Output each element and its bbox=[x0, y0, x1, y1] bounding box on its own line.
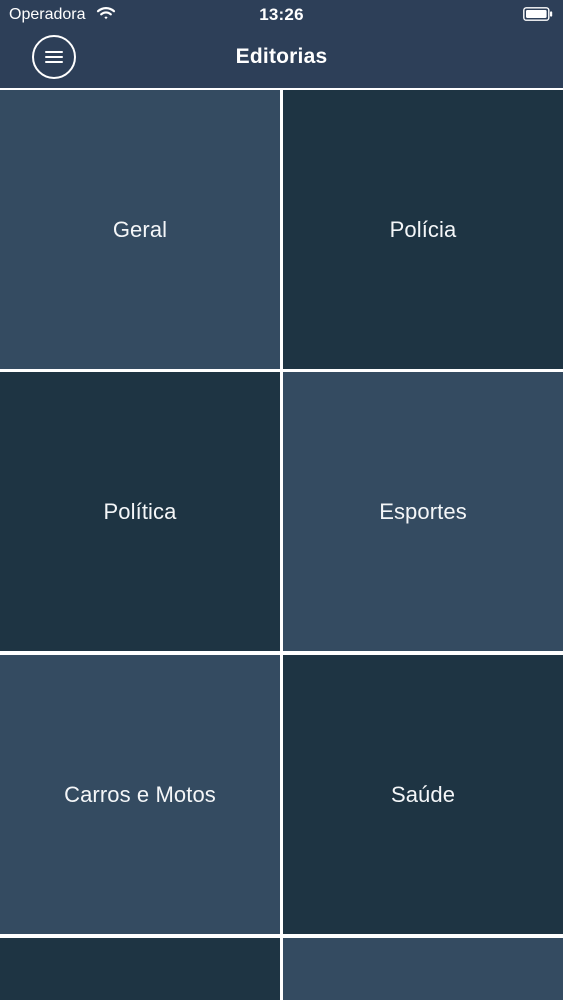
section-label-saude: Saúde bbox=[390, 781, 456, 807]
section-tile-saude[interactable]: Saúde bbox=[283, 655, 563, 934]
section-tile-partial-right[interactable] bbox=[283, 938, 563, 1000]
section-label-politica: Política bbox=[103, 498, 177, 524]
battery-icon bbox=[523, 7, 553, 21]
section-tile-partial-left[interactable] bbox=[0, 938, 280, 1000]
section-label-carros-e-motos: Carros e Motos bbox=[64, 781, 216, 807]
section-label-esportes: Esportes bbox=[379, 498, 467, 524]
status-time: 13:26 bbox=[259, 5, 304, 24]
section-tile-esportes[interactable]: Esportes bbox=[283, 372, 563, 651]
page-title: Editorias bbox=[235, 45, 328, 68]
section-tile-geral[interactable]: Geral bbox=[0, 90, 280, 369]
app-header: Operadora 13:26 Editorias bbox=[0, 0, 563, 88]
section-tile-policia[interactable]: Polícia bbox=[283, 90, 563, 369]
section-label-policia: Polícia bbox=[389, 216, 457, 242]
status-bar: Operadora 13:26 bbox=[0, 0, 563, 28]
app-screen: Operadora 13:26 Editorias Geral Polícia … bbox=[0, 0, 563, 1000]
section-tile-carros-e-motos[interactable]: Carros e Motos bbox=[0, 655, 280, 934]
section-label-geral: Geral bbox=[112, 216, 168, 242]
section-tile-politica[interactable]: Política bbox=[0, 372, 280, 651]
